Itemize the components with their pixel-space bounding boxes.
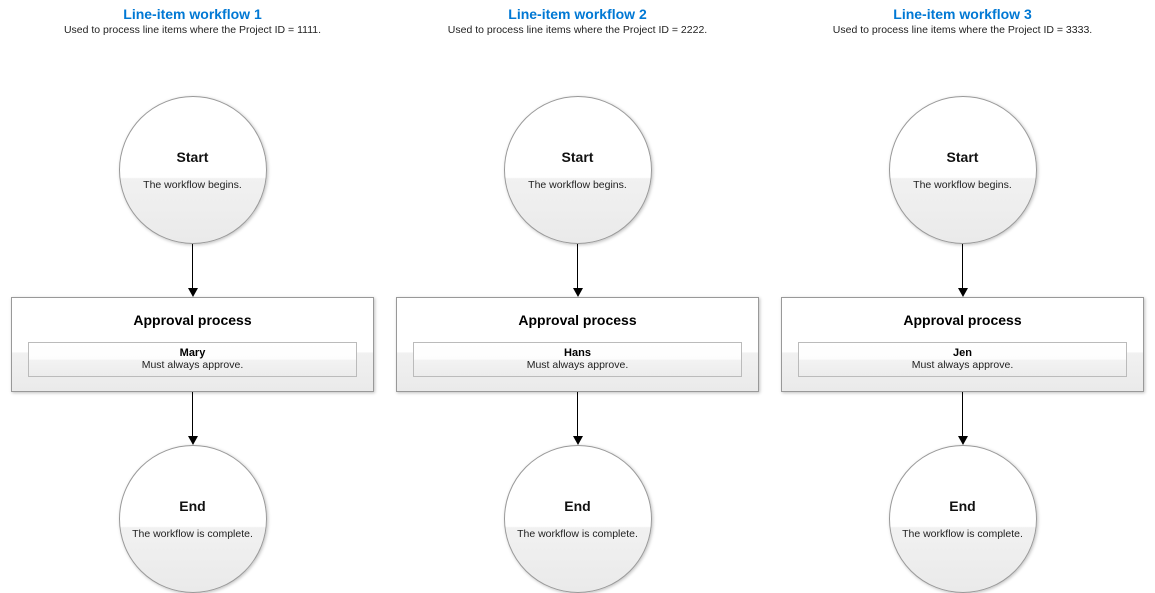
workflow-subtitle: Used to process line items where the Pro… [833, 24, 1092, 36]
arrow-down-icon [573, 244, 583, 297]
end-node: End The workflow is complete. [504, 445, 652, 593]
end-node-title: End [179, 498, 205, 514]
approver-row: Jen Must always approve. [798, 342, 1127, 377]
approver-rule: Must always approve. [35, 359, 350, 371]
start-node-sub: The workflow begins. [143, 179, 242, 191]
approver-rule: Must always approve. [420, 359, 735, 371]
arrow-down-icon [188, 392, 198, 445]
workflow-col-2: Line-item workflow 2 Used to process lin… [395, 6, 760, 593]
end-node-title: End [949, 498, 975, 514]
workflow-subtitle: Used to process line items where the Pro… [64, 24, 321, 36]
workflow-title-link[interactable]: Line-item workflow 1 [123, 6, 261, 22]
approval-title: Approval process [798, 312, 1127, 328]
start-node: Start The workflow begins. [504, 96, 652, 244]
start-node-sub: The workflow begins. [528, 179, 627, 191]
approval-title: Approval process [413, 312, 742, 328]
end-node: End The workflow is complete. [119, 445, 267, 593]
approver-row: Hans Must always approve. [413, 342, 742, 377]
approver-rule: Must always approve. [805, 359, 1120, 371]
end-node: End The workflow is complete. [889, 445, 1037, 593]
workflow-col-3: Line-item workflow 3 Used to process lin… [780, 6, 1145, 593]
workflow-col-1: Line-item workflow 1 Used to process lin… [10, 6, 375, 593]
workflow-subtitle: Used to process line items where the Pro… [448, 24, 707, 36]
end-node-title: End [564, 498, 590, 514]
approval-process-box: Approval process Mary Must always approv… [11, 297, 374, 392]
approver-name: Hans [420, 347, 735, 359]
end-node-sub: The workflow is complete. [132, 528, 253, 540]
approver-name: Mary [35, 347, 350, 359]
start-node-title: Start [562, 149, 594, 165]
approver-row: Mary Must always approve. [28, 342, 357, 377]
approval-process-box: Approval process Hans Must always approv… [396, 297, 759, 392]
start-node: Start The workflow begins. [119, 96, 267, 244]
workflow-title-link[interactable]: Line-item workflow 2 [508, 6, 646, 22]
approval-title: Approval process [28, 312, 357, 328]
approver-name: Jen [805, 347, 1120, 359]
start-node-sub: The workflow begins. [913, 179, 1012, 191]
arrow-down-icon [573, 392, 583, 445]
end-node-sub: The workflow is complete. [517, 528, 638, 540]
arrow-down-icon [958, 244, 968, 297]
arrow-down-icon [958, 392, 968, 445]
approval-process-box: Approval process Jen Must always approve… [781, 297, 1144, 392]
end-node-sub: The workflow is complete. [902, 528, 1023, 540]
start-node-title: Start [177, 149, 209, 165]
arrow-down-icon [188, 244, 198, 297]
workflow-columns: Line-item workflow 1 Used to process lin… [0, 0, 1155, 593]
start-node: Start The workflow begins. [889, 96, 1037, 244]
workflow-title-link[interactable]: Line-item workflow 3 [893, 6, 1031, 22]
start-node-title: Start [947, 149, 979, 165]
